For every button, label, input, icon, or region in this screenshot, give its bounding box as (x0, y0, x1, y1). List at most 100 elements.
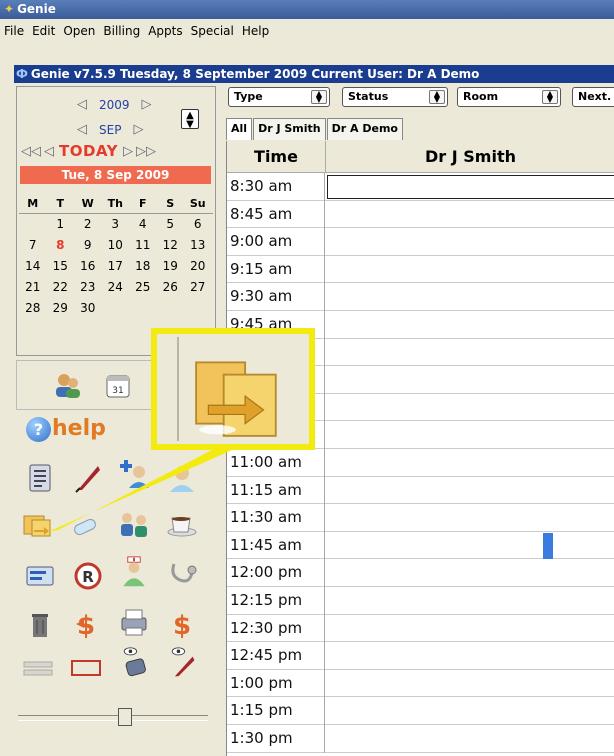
appointment-slot[interactable] (327, 175, 614, 199)
menu-edit[interactable]: Edit (28, 19, 59, 43)
calendar-day[interactable]: 22 (47, 280, 75, 301)
calendar-day[interactable]: 26 (157, 280, 185, 301)
calendar-day[interactable]: 21 (19, 280, 47, 301)
appointment-slot[interactable] (326, 670, 614, 698)
room-spin-icon[interactable]: ▲ ▼ (542, 90, 558, 104)
doctor-icon[interactable] (166, 462, 198, 494)
room-select[interactable]: Room ▲ ▼ (457, 87, 561, 107)
appointment-slot[interactable] (326, 366, 614, 394)
card-icon[interactable] (24, 560, 56, 592)
quill-pen-icon[interactable] (72, 462, 104, 494)
registered-icon[interactable]: R (72, 560, 104, 592)
appointment-slot[interactable] (326, 256, 614, 284)
calendar-day[interactable]: 30 (74, 301, 102, 322)
tab-all[interactable]: All (226, 118, 253, 140)
type-spin-icon[interactable]: ▲ ▼ (311, 90, 327, 104)
help-question-icon[interactable]: ? (26, 417, 51, 442)
calendar-day[interactable]: 12 (157, 238, 185, 259)
status-spin-icon[interactable]: ▲ ▼ (429, 90, 445, 104)
calendar-day[interactable]: 3 (102, 217, 130, 238)
patient-list-icon[interactable] (24, 462, 56, 494)
appointment-slot[interactable] (326, 532, 614, 560)
coffee-cup-icon[interactable] (166, 508, 198, 540)
prev-day-icon[interactable]: ◁ (44, 144, 54, 159)
next-week-icon[interactable]: ▷▷ (136, 144, 156, 159)
patients-group-icon[interactable] (53, 371, 83, 401)
calendar-day[interactable]: 13 (184, 238, 212, 259)
menu-appts[interactable]: Appts (144, 19, 186, 43)
calendar-day[interactable]: 15 (47, 259, 75, 280)
calendar-day[interactable]: 16 (74, 259, 102, 280)
appointment-slot[interactable] (326, 394, 614, 422)
appointment-slot[interactable] (326, 421, 614, 449)
calendar-day[interactable]: 18 (129, 259, 157, 280)
tab-dr-j-smith[interactable]: Dr J Smith (253, 118, 326, 140)
calendar-day[interactable]: 29 (47, 301, 75, 322)
dollar-icon[interactable]: $ (166, 608, 198, 640)
appointment-slot[interactable] (326, 559, 614, 587)
next-year-button[interactable]: ▷ (142, 97, 152, 112)
calendar-spin-button[interactable]: ▲ ▼ (181, 109, 199, 130)
tab-dr-a-demo[interactable]: Dr A Demo (326, 118, 403, 140)
trash-icon[interactable] (24, 608, 56, 640)
calendar-31-icon[interactable]: 31 (105, 373, 131, 399)
calendar-day[interactable]: 5 (157, 217, 185, 238)
appointment-slot[interactable] (326, 283, 614, 311)
calendar-day[interactable]: 19 (157, 259, 185, 280)
red-frame-icon[interactable] (70, 652, 102, 684)
type-select[interactable]: Type ▲ ▼ (228, 87, 330, 107)
appointment-slot[interactable] (326, 339, 614, 367)
appointment-slot[interactable] (326, 697, 614, 725)
appointment-slot[interactable] (326, 642, 614, 670)
nurse-icon[interactable] (118, 556, 150, 588)
calendar-day[interactable]: 11 (129, 238, 157, 259)
calendar-day[interactable]: 20 (184, 259, 212, 280)
calendar-day[interactable]: 2 (74, 217, 102, 238)
calendar-day[interactable]: 25 (129, 280, 157, 301)
pills-icon[interactable] (70, 510, 102, 542)
appointment-slot[interactable] (326, 201, 614, 229)
eye-phone-icon[interactable] (118, 646, 150, 678)
prev-year-button[interactable]: ◁ (77, 97, 87, 112)
menu-file[interactable]: File (0, 19, 28, 43)
calendar-day[interactable]: 9 (74, 238, 102, 259)
calendar-day[interactable]: 1 (47, 217, 75, 238)
dollar-arrow-icon[interactable]: $ (72, 608, 104, 640)
prev-month-button[interactable]: ◁ (77, 122, 87, 137)
next-day-icon[interactable]: ▷ (123, 144, 133, 159)
menu-special[interactable]: Special (187, 19, 238, 43)
folder-transfer-icon[interactable] (22, 508, 54, 540)
menu-billing[interactable]: Billing (99, 19, 144, 43)
doctor-plus-icon[interactable] (120, 458, 152, 490)
menu-open[interactable]: Open (59, 19, 99, 43)
calendar-day[interactable]: 14 (19, 259, 47, 280)
calendar-day[interactable]: 23 (74, 280, 102, 301)
zoom-slider-thumb[interactable] (118, 708, 132, 726)
calendar-day[interactable]: 28 (19, 301, 47, 322)
help-label[interactable]: help (52, 416, 106, 441)
calendar-day[interactable]: 7 (19, 238, 47, 259)
calendar-day[interactable]: 6 (184, 217, 212, 238)
eye-pen-icon[interactable] (166, 646, 198, 678)
appointment-slot[interactable] (326, 725, 614, 753)
appointment-slot[interactable] (326, 228, 614, 256)
calendar-day[interactable]: 24 (102, 280, 130, 301)
calendar-day[interactable]: 10 (102, 238, 130, 259)
appointment-slot[interactable] (326, 504, 614, 532)
stethoscope-icon[interactable] (166, 560, 198, 592)
menu-help[interactable]: Help (238, 19, 273, 43)
appointment-slot[interactable] (326, 587, 614, 615)
bar-icon[interactable] (22, 652, 54, 684)
today-button[interactable]: TODAY (59, 142, 118, 160)
users-icon[interactable] (118, 508, 150, 540)
calendar-day[interactable]: 4 (129, 217, 157, 238)
zoom-slider[interactable] (18, 708, 208, 726)
calendar-day[interactable]: 17 (102, 259, 130, 280)
next-button[interactable]: Next. (572, 87, 614, 107)
appointment-slot[interactable] (326, 615, 614, 643)
printer-icon[interactable] (118, 606, 150, 638)
status-select[interactable]: Status ▲ ▼ (342, 87, 448, 107)
calendar-day[interactable]: 8 (47, 238, 75, 259)
appointment-slot[interactable] (326, 311, 614, 339)
appointment-slot[interactable] (326, 449, 614, 477)
